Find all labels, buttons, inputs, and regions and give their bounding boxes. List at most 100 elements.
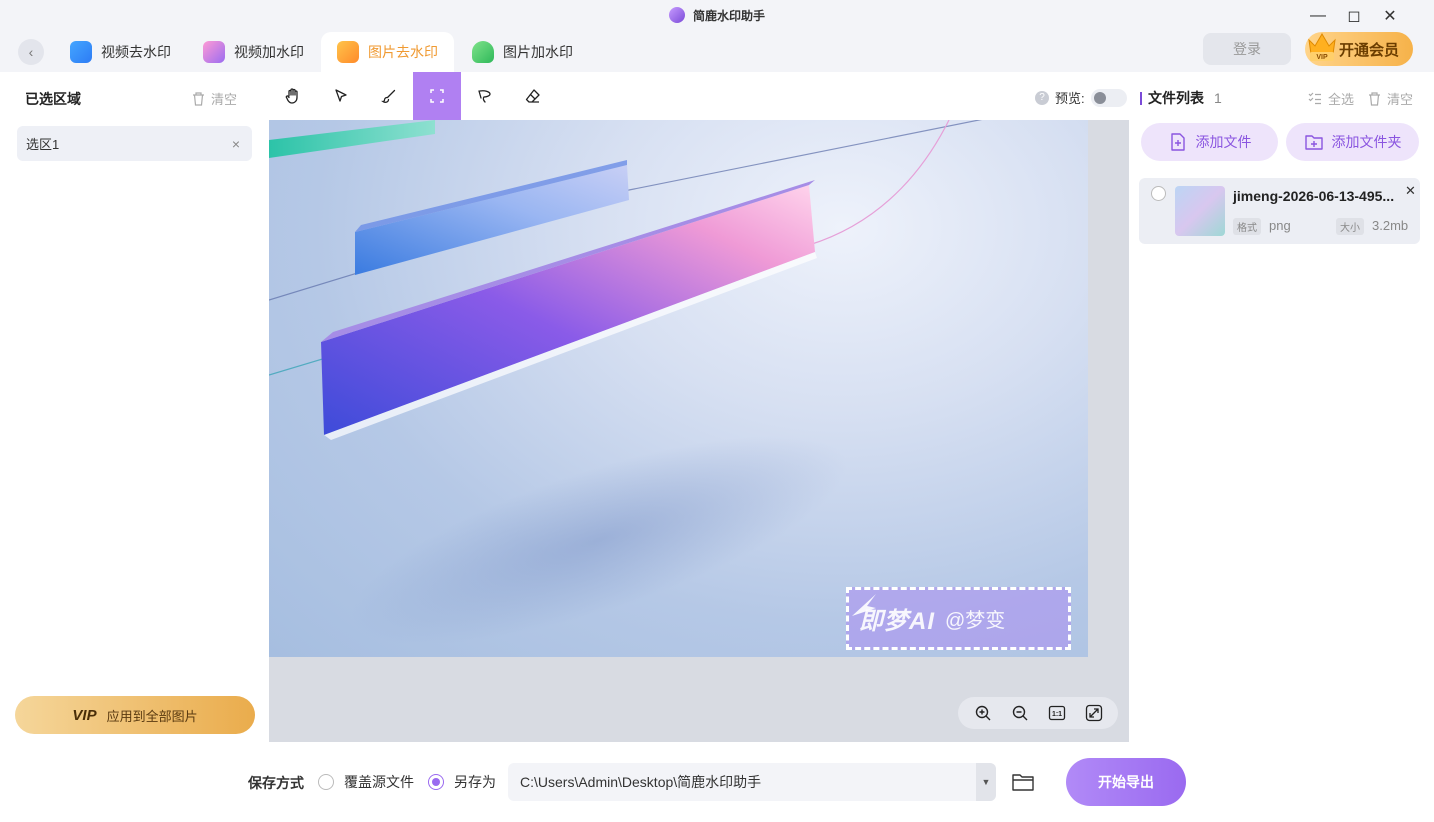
vip-badge-text: VIP xyxy=(1316,54,1328,61)
trash-icon xyxy=(1369,91,1380,106)
save-as-radio[interactable] xyxy=(428,774,444,790)
pointer-tool-button[interactable] xyxy=(317,72,365,120)
zoom-in-icon xyxy=(975,705,990,721)
remove-region-icon[interactable]: × xyxy=(232,136,240,152)
apply-to-all-button[interactable]: VIP 应用到全部图片 xyxy=(15,696,255,734)
vip-tag: VIP xyxy=(72,706,97,724)
tab-label: 图片去水印 xyxy=(368,44,438,60)
file-list-title: 文件列表 xyxy=(1148,90,1204,106)
clear-regions-button[interactable]: 清空 xyxy=(192,89,237,108)
overwrite-source-option[interactable]: 覆盖源文件 xyxy=(318,772,414,792)
maximize-icon[interactable]: ◻ xyxy=(1336,4,1372,28)
zoom-controls: 1:1 xyxy=(958,697,1118,729)
zoom-out-button[interactable] xyxy=(1008,701,1032,725)
preview-toggle[interactable] xyxy=(1090,88,1127,107)
select-all-label: 全选 xyxy=(1328,92,1355,107)
glass-bars-illustration xyxy=(269,120,983,645)
save-mode-label: 保存方式 xyxy=(248,775,304,791)
login-button[interactable]: 登录 xyxy=(1203,33,1291,65)
brush-icon xyxy=(381,89,396,103)
actual-size-button[interactable]: 1:1 xyxy=(1045,701,1069,725)
add-folder-icon xyxy=(1304,135,1323,150)
source-image: 即梦AI @梦变 xyxy=(269,120,1088,657)
help-icon[interactable]: ? xyxy=(1035,90,1049,105)
path-dropdown-button[interactable]: ▼ xyxy=(976,763,996,801)
trash-icon xyxy=(193,91,204,106)
file-list-item[interactable]: jimeng-2026-06-13-495... ✕ 格式 png 大小 3.2… xyxy=(1139,178,1420,244)
title-accent-bar xyxy=(1140,91,1142,105)
image-canvas[interactable]: 即梦AI @梦变 1:1 xyxy=(269,120,1129,742)
tab-label: 视频去水印 xyxy=(101,44,171,60)
vip-membership-button[interactable]: VIP 开通会员 xyxy=(1305,32,1413,66)
watermark-text: 即梦AI xyxy=(859,608,935,635)
add-file-icon xyxy=(1170,133,1185,151)
tab-image-add-watermark[interactable]: 图片加水印 xyxy=(456,32,589,72)
remove-file-icon[interactable]: ✕ xyxy=(1405,183,1416,199)
tab-bar: ‹ 视频去水印 视频加水印 图片去水印 图片加水印 登录 VIP 开通会员 xyxy=(0,30,1434,72)
add-file-label: 添加文件 xyxy=(1195,134,1252,150)
add-folder-button[interactable]: 添加文件夹 xyxy=(1286,123,1419,161)
preview-label: 预览: xyxy=(1055,91,1085,106)
format-tag: 格式 xyxy=(1233,218,1261,235)
image-icon xyxy=(337,41,359,63)
file-thumbnail xyxy=(1175,186,1225,236)
panel-title: 已选区域 xyxy=(25,91,81,107)
minimize-icon[interactable]: — xyxy=(1300,4,1336,28)
start-export-button[interactable]: 开始导出 xyxy=(1066,758,1186,806)
output-path-field[interactable]: C:\Users\Admin\Desktop\简鹿水印助手 xyxy=(508,763,996,801)
fit-screen-button[interactable] xyxy=(1082,701,1106,725)
clear-label: 清空 xyxy=(1387,92,1414,107)
file-list-header: 文件列表 1 xyxy=(1140,88,1222,108)
lasso-tool-button[interactable] xyxy=(461,72,509,120)
browse-folder-button[interactable] xyxy=(1010,769,1036,795)
lasso-icon xyxy=(478,90,491,103)
back-button[interactable]: ‹ xyxy=(18,39,44,65)
save-as-label: 另存为 xyxy=(454,774,496,790)
selected-watermark-region[interactable]: 即梦AI @梦变 xyxy=(846,587,1071,650)
close-icon[interactable]: ✕ xyxy=(1372,4,1408,28)
actual-size-label: 1:1 xyxy=(1051,711,1061,718)
overwrite-label: 覆盖源文件 xyxy=(344,774,414,790)
clear-label: 清空 xyxy=(211,92,238,107)
rect-select-tool-button[interactable] xyxy=(413,72,461,120)
size-tag: 大小 xyxy=(1336,218,1364,235)
tab-label: 图片加水印 xyxy=(503,44,573,60)
watermark-subtext: @梦变 xyxy=(945,610,1006,632)
region-label: 选区1 xyxy=(26,137,60,152)
file-name: jimeng-2026-06-13-495... xyxy=(1233,188,1395,204)
region-item[interactable]: 选区1 × xyxy=(17,126,252,161)
eraser-tool-button[interactable] xyxy=(509,72,557,120)
toggle-knob xyxy=(1093,91,1106,104)
apply-label: 应用到全部图片 xyxy=(106,708,198,724)
app-title: 简鹿水印助手 xyxy=(692,8,765,23)
image-add-icon xyxy=(472,41,494,63)
tab-video-add-watermark[interactable]: 视频加水印 xyxy=(187,32,320,72)
selected-regions-panel: 已选区域 清空 选区1 × VIP 应用到全部图片 xyxy=(0,72,268,742)
overwrite-radio[interactable] xyxy=(318,774,334,790)
tab-image-remove-watermark[interactable]: 图片去水印 xyxy=(321,32,454,72)
clear-files-button[interactable]: 清空 xyxy=(1368,89,1413,108)
tab-label: 视频加水印 xyxy=(234,44,304,60)
file-size: 3.2mb xyxy=(1372,218,1409,233)
hand-icon xyxy=(285,88,298,104)
file-count: 1 xyxy=(1214,90,1222,106)
add-folder-label: 添加文件夹 xyxy=(1331,134,1402,150)
tab-video-remove-watermark[interactable]: 视频去水印 xyxy=(54,32,187,72)
preview-control: ? 预览: xyxy=(1035,88,1127,107)
actual-size-icon: 1:1 xyxy=(1048,705,1065,721)
list-check-icon xyxy=(1308,92,1321,105)
hand-tool-button[interactable] xyxy=(269,72,317,120)
save-as-option[interactable]: 另存为 xyxy=(428,772,496,792)
add-file-button[interactable]: 添加文件 xyxy=(1141,123,1278,161)
pointer-icon xyxy=(335,89,347,102)
video-play-icon xyxy=(70,41,92,63)
title-bar: 简鹿水印助手 — ◻ ✕ xyxy=(0,0,1434,30)
zoom-in-button[interactable] xyxy=(971,701,995,725)
fit-screen-icon xyxy=(1085,704,1102,722)
file-format: png xyxy=(1269,218,1291,233)
crown-icon: VIP xyxy=(1308,33,1336,61)
brush-tool-button[interactable] xyxy=(365,72,413,120)
file-select-radio[interactable] xyxy=(1151,186,1166,201)
select-all-button[interactable]: 全选 xyxy=(1308,89,1354,108)
video-calendar-icon xyxy=(203,41,225,63)
